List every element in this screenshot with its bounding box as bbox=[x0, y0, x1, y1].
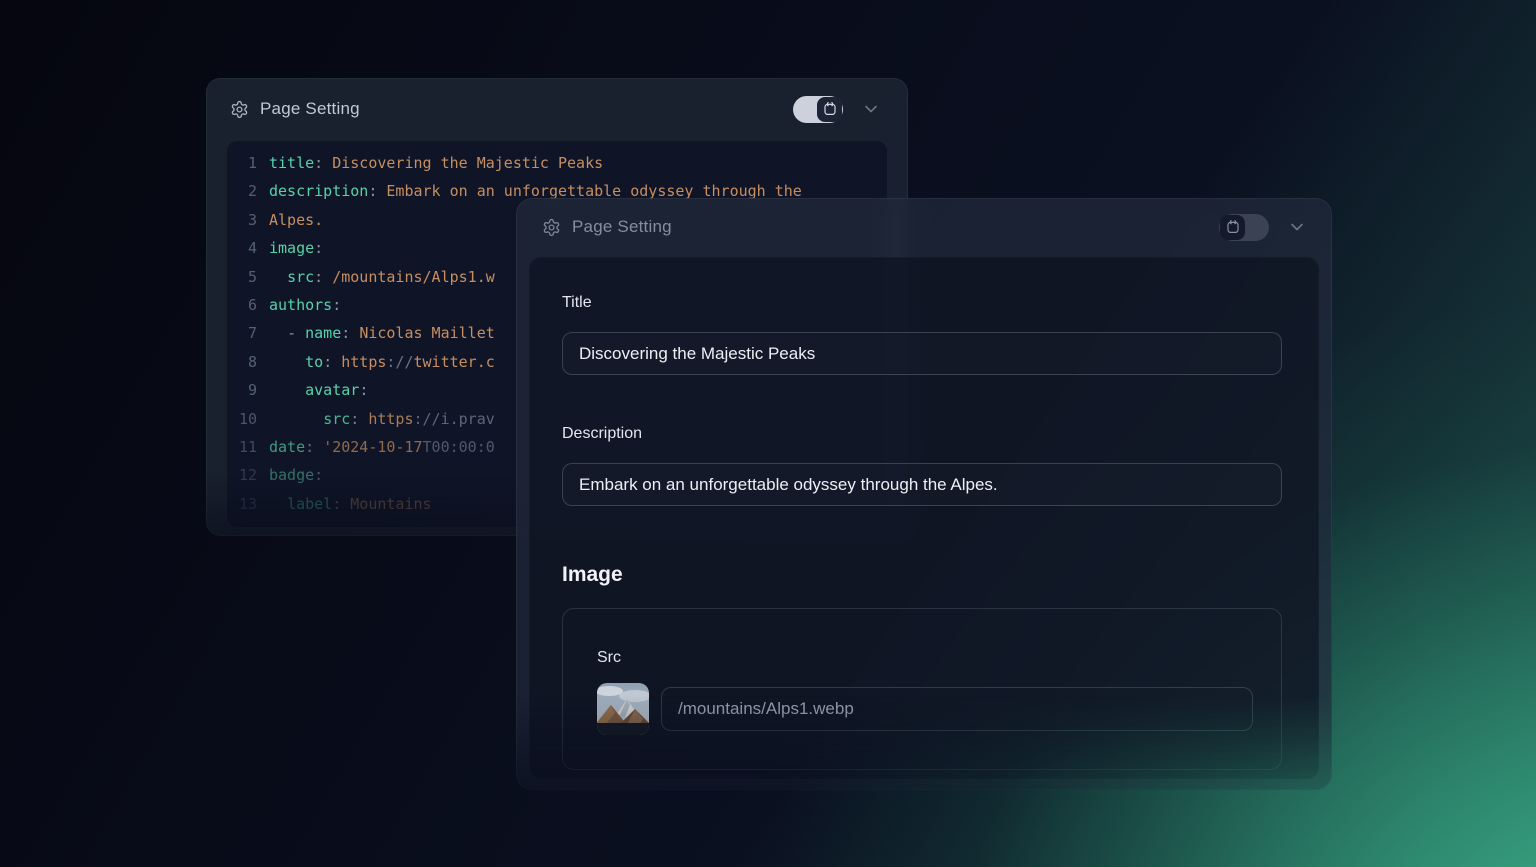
source-code-icon bbox=[1220, 215, 1245, 240]
title-input[interactable] bbox=[562, 332, 1282, 375]
line-number: 8 bbox=[227, 348, 257, 376]
code-view-toggle[interactable] bbox=[1219, 214, 1269, 241]
image-section-heading: Image bbox=[562, 563, 623, 587]
gear-icon bbox=[542, 218, 561, 237]
panel-header: Page Setting bbox=[517, 199, 1331, 255]
line-number: 10 bbox=[227, 405, 257, 433]
gear-icon bbox=[230, 100, 249, 119]
panel-title: Page Setting bbox=[572, 217, 672, 237]
code-view-toggle[interactable] bbox=[793, 96, 843, 123]
image-thumbnail[interactable] bbox=[597, 683, 649, 735]
page-setting-panel-form: Page Setting Title Description bbox=[516, 198, 1332, 790]
line-number: 11 bbox=[227, 433, 257, 461]
description-field-label: Description bbox=[562, 425, 642, 443]
line-number: 9 bbox=[227, 376, 257, 404]
line-number: 1 bbox=[227, 149, 257, 177]
chevron-down-icon[interactable] bbox=[861, 99, 881, 119]
line-number: 3 bbox=[227, 206, 257, 234]
image-src-input[interactable] bbox=[661, 687, 1253, 731]
panel-header: Page Setting bbox=[207, 79, 907, 139]
chevron-down-icon[interactable] bbox=[1287, 217, 1307, 237]
code-line: 1title: Discovering the Majestic Peaks bbox=[227, 149, 887, 177]
line-number: 12 bbox=[227, 461, 257, 489]
src-field-label: Src bbox=[597, 649, 621, 667]
line-number: 2 bbox=[227, 177, 257, 205]
source-code-icon bbox=[817, 97, 842, 122]
panel-title: Page Setting bbox=[260, 99, 360, 119]
line-number: 13 bbox=[227, 490, 257, 518]
image-group: Src bbox=[562, 608, 1282, 770]
title-field-label: Title bbox=[562, 294, 592, 312]
desktop-background: Page Setting 1title: Discovering the Maj… bbox=[0, 0, 1536, 867]
description-input[interactable] bbox=[562, 463, 1282, 506]
line-number: 7 bbox=[227, 319, 257, 347]
form-card: Title Description Image Src bbox=[529, 257, 1319, 779]
line-number: 5 bbox=[227, 263, 257, 291]
line-number: 6 bbox=[227, 291, 257, 319]
line-number: 4 bbox=[227, 234, 257, 262]
